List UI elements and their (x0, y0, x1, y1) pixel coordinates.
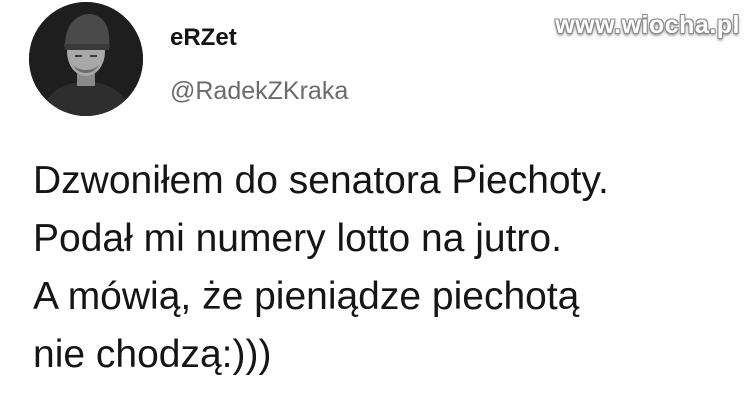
tweet-text: Dzwoniłem do senatora Piechoty. Podał mi… (33, 152, 733, 384)
display-name[interactable]: eRZet (170, 24, 237, 52)
avatar[interactable] (29, 2, 143, 116)
tweet-card: eRZet @RadekZKraka www.wiocha.pl Dzwonił… (0, 0, 750, 407)
tweet-text-line: Dzwoniłem do senatora Piechoty. (33, 159, 609, 202)
tweet-text-line: A mówią, że pieniądze piechotą (33, 275, 580, 318)
tweet-text-line: nie chodzą:))) (33, 333, 272, 376)
tweet-text-line: Podał mi numery lotto na jutro. (33, 217, 562, 260)
user-handle[interactable]: @RadekZKraka (170, 76, 348, 106)
site-watermark: www.wiocha.pl (555, 11, 740, 39)
avatar-photo-icon (29, 2, 143, 116)
